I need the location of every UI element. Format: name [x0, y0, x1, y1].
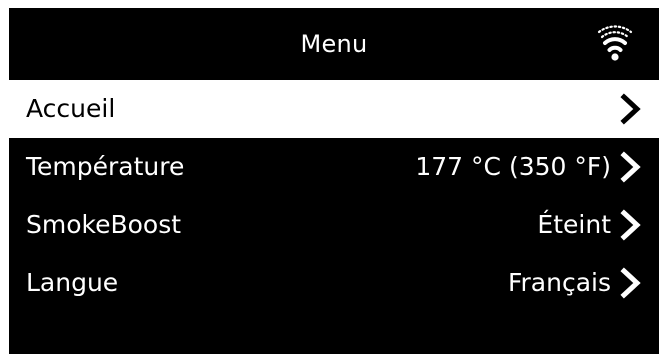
menu-item-value: 177 °C (350 °F): [415, 152, 611, 181]
menu-item-smokeboost[interactable]: SmokeBoost Éteint: [9, 196, 659, 254]
wifi-icon: [597, 25, 633, 61]
device-screen: Menu Accueil Température 177 °C (350 °F)…: [9, 8, 659, 354]
menu-item-langue[interactable]: Langue Français: [9, 254, 659, 312]
page-title: Menu: [300, 30, 368, 58]
menu-item-value: Éteint: [537, 210, 611, 239]
menu-item-value: Français: [507, 268, 611, 297]
menu-item-label: SmokeBoost: [26, 210, 182, 239]
chevron-right-icon: [620, 93, 641, 125]
menu-item-label: Température: [26, 152, 185, 181]
menu-header: Menu: [9, 8, 659, 80]
menu-item-accueil[interactable]: Accueil: [9, 80, 659, 138]
chevron-right-icon: [620, 151, 641, 183]
menu-item-label: Langue: [26, 268, 119, 297]
chevron-right-icon: [620, 209, 641, 241]
menu-item-label: Accueil: [26, 94, 116, 123]
chevron-right-icon: [620, 267, 641, 299]
menu-item-temperature[interactable]: Température 177 °C (350 °F): [9, 138, 659, 196]
